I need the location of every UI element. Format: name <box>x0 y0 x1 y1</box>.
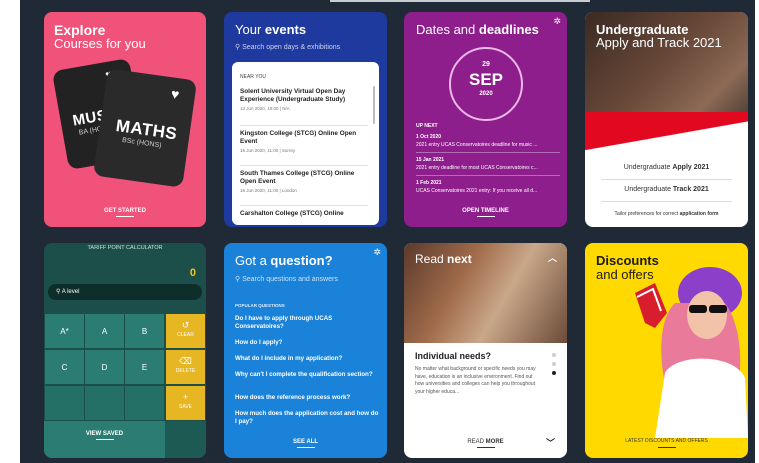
divider <box>240 205 368 206</box>
event-item[interactable]: Carshalton College (STCG) Online <box>240 210 368 218</box>
deadline-item[interactable]: 1 Oct 2020 2021 entry UCAS Conservatoire… <box>416 134 560 148</box>
grade-button[interactable]: D <box>84 349 125 385</box>
view-saved-button[interactable]: VIEW SAVED <box>44 421 165 458</box>
event-item[interactable]: Kingston College (STCG) Online Open Even… <box>240 130 368 153</box>
explore-subtitle: Courses for you <box>54 36 146 51</box>
undergraduate-card: Undergraduate Apply and Track 2021 Under… <box>585 12 748 227</box>
tailor-preferences-link[interactable]: Tailor preferences for correct applicati… <box>585 211 748 217</box>
date-year: 2020 <box>479 91 493 97</box>
chevron-up-icon[interactable]: ︿ <box>548 251 557 264</box>
divider <box>416 175 560 176</box>
search-icon: ⚲ <box>56 289 61 295</box>
article-heading: Individual needs? <box>415 351 492 361</box>
tariff-title: TARIFF POINT CALCULATOR <box>87 245 163 251</box>
woman-with-sneaker-illustration <box>635 267 748 438</box>
grade-button[interactable]: A <box>84 313 125 349</box>
question-link[interactable]: Do I have to apply through UCAS Conserva… <box>235 315 379 331</box>
event-item[interactable]: South Thames College (STCG) Online Open … <box>240 170 368 193</box>
apply-2021-link[interactable]: Undergraduate Apply 2021 <box>585 164 748 171</box>
open-timeline-label: OPEN TIMELINE <box>462 208 509 214</box>
chevron-down-icon[interactable]: ﹀ <box>546 436 555 449</box>
events-list-panel: NEAR YOU Solent University Virtual Open … <box>232 62 379 225</box>
read-more-link[interactable]: READ MORE <box>404 439 567 448</box>
search-icon: ⚲ <box>235 44 241 51</box>
events-search-input[interactable]: ⚲ Search open days & exhibitions <box>235 43 340 51</box>
keypad-corner <box>165 421 206 458</box>
search-icon: ⚲ <box>235 276 241 283</box>
divider <box>601 201 732 202</box>
article-excerpt: No matter what background or specific ne… <box>415 366 536 395</box>
events-scrollbar[interactable] <box>373 86 375 124</box>
divider <box>601 179 732 180</box>
clear-button[interactable]: ↺ CLEAR <box>165 313 206 349</box>
underline <box>116 216 134 217</box>
near-you-label: NEAR YOU <box>240 74 267 80</box>
underline <box>476 216 495 217</box>
heart-icon: ♥ <box>169 85 181 103</box>
open-timeline-link[interactable]: OPEN TIMELINE <box>404 208 567 217</box>
grade-button[interactable]: B <box>124 313 165 349</box>
latest-discounts-link[interactable]: LATEST DISCOUNTS AND OFFERS <box>585 437 748 448</box>
deadline-item[interactable]: 15 Jan 2021 2021 entry deadline for most… <box>416 157 560 171</box>
carousel-dot-active[interactable] <box>552 371 556 375</box>
empty-key <box>124 385 165 421</box>
see-all-link[interactable]: SEE ALL <box>224 439 387 448</box>
explore-card[interactable]: Explore Courses for you ♥ MUSI BA (HONS)… <box>44 12 206 227</box>
carousel-dot[interactable] <box>552 362 556 366</box>
tariff-points-value: 0 <box>189 267 196 279</box>
grade-button[interactable]: C <box>44 349 85 385</box>
question-link[interactable]: How do I apply? <box>235 339 379 347</box>
delete-icon: ⌫ <box>179 356 192 366</box>
events-card: Your events ⚲ Search open days & exhibit… <box>224 12 387 227</box>
deadline-item[interactable]: 1 Feb 2021 UCAS Conservatoires 2021 entr… <box>416 180 560 194</box>
tariff-calculator-card: TARIFF POINT CALCULATOR 0 ⚲ A level A* A… <box>44 243 206 458</box>
gear-icon[interactable]: ✲ <box>373 247 381 258</box>
question-link[interactable]: Why can't I complete the qualification s… <box>235 371 379 379</box>
get-started-label: GET STARTED <box>104 208 146 214</box>
date-month: SEP <box>468 70 504 89</box>
grade-button[interactable]: E <box>124 349 165 385</box>
current-date-circle: 29 SEP 2020 <box>449 47 523 121</box>
up-next-label: UP NEXT <box>416 123 438 129</box>
questions-search-input[interactable]: ⚲ Search questions and answers <box>235 275 338 283</box>
underline <box>95 439 114 440</box>
underline <box>657 447 676 448</box>
underline <box>296 447 315 448</box>
question-link[interactable]: How does the reference process work? <box>235 394 379 402</box>
grade-button[interactable]: A* <box>44 313 85 349</box>
questions-card: Got a question? ✲ ⚲ Search questions and… <box>224 243 387 458</box>
questions-title: Got a question? <box>235 253 333 268</box>
discounts-card[interactable]: Discounts and offers LATEST DISCOUNTS AN… <box>585 243 748 458</box>
top-divider <box>330 0 590 2</box>
save-button[interactable]: + SAVE <box>165 385 206 421</box>
clear-icon: ↺ <box>181 320 190 330</box>
underline <box>476 447 495 448</box>
carousel-dot[interactable] <box>552 353 556 357</box>
event-item[interactable]: Solent University Virtual Open Day Exper… <box>240 88 368 111</box>
track-2021-link[interactable]: Undergraduate Track 2021 <box>585 186 748 193</box>
red-banner-shape <box>585 112 748 152</box>
delete-button[interactable]: ⌫ DELETE <box>165 349 206 385</box>
dates-card: Dates and deadlines ✲ 29 SEP 2020 UP NEX… <box>404 12 567 227</box>
divider <box>240 125 368 126</box>
divider <box>416 152 560 153</box>
events-title: Your events <box>235 22 307 37</box>
dates-title: Dates and deadlines <box>416 22 539 37</box>
empty-key <box>84 385 125 421</box>
get-started-link[interactable]: GET STARTED <box>44 208 206 217</box>
undergraduate-subtitle: Apply and Track 2021 <box>596 35 722 50</box>
maths-course-card: ♥ MATHS BSc (HONS) <box>92 68 198 188</box>
grade-keypad: A* A B ↺ CLEAR C D E ⌫ DELETE + SAVE <box>44 313 206 421</box>
question-link[interactable]: What do I include in my application? <box>235 355 379 363</box>
qualification-search-input[interactable]: ⚲ A level <box>48 284 202 300</box>
popular-questions-label: POPULAR QUESTIONS <box>235 303 285 308</box>
divider <box>240 165 368 166</box>
read-next-card: Read next ︿ Individual needs? No matter … <box>404 243 567 458</box>
read-next-title: Read next <box>415 252 472 266</box>
question-link[interactable]: How much does the application cost and h… <box>235 410 379 426</box>
plus-icon: + <box>182 392 189 402</box>
date-day: 29 <box>482 61 490 68</box>
gear-icon[interactable]: ✲ <box>553 16 561 27</box>
empty-key <box>44 385 85 421</box>
